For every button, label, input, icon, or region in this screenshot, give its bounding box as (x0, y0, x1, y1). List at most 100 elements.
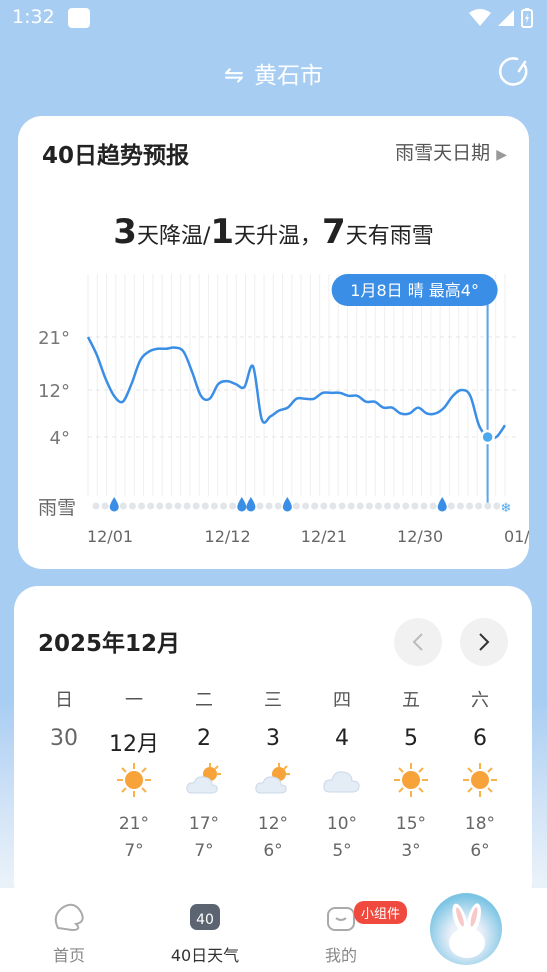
dry-day-dot (229, 502, 237, 510)
trend-card: 40日趋势预报 雨雪天日期 ▶ 3天降温/1天升温，7天有雨雪 21° 12° 4°… (18, 116, 529, 569)
cloudy-icon (322, 760, 362, 800)
y-tick-label: 4° (50, 428, 70, 449)
tab-home[interactable]: 首页 (24, 902, 114, 966)
swap-icon: ⇋ (223, 61, 245, 89)
dry-day-dot (484, 502, 492, 510)
dry-day-dot (384, 502, 392, 510)
status-icons (469, 7, 533, 29)
chevron-right-icon (479, 633, 490, 651)
dry-day-dot (192, 502, 200, 510)
dry-day-dot (329, 502, 337, 510)
widget-badge[interactable]: 小组件 (354, 901, 408, 924)
weekday-label: 六 (471, 690, 489, 711)
day-number: 2 (197, 726, 211, 751)
dry-day-dot (101, 502, 109, 510)
dry-day-dot (292, 502, 300, 510)
chevron-left-icon (412, 633, 423, 651)
profile-icon (327, 907, 355, 931)
dry-day-dot (147, 502, 155, 510)
dry-day-dot (356, 502, 364, 510)
temperature-trend-chart[interactable]: 21° 12° 4° 1月8日 晴 最高4° 雨雪 ❄ 12/01 12/12 12/21 12/… (18, 116, 529, 569)
bunny-illustration (449, 903, 485, 958)
dry-day-dot (374, 502, 382, 510)
dry-day-dot (311, 502, 319, 510)
sunny-icon (114, 760, 154, 800)
refresh-icon[interactable] (497, 54, 531, 88)
x-tick-label: 01/09 (504, 527, 529, 546)
tab-mine-label: 我的 (324, 946, 357, 965)
dry-day-dot (183, 502, 191, 510)
calendar-40-icon: 40 (190, 904, 220, 930)
dry-day-dot (420, 502, 428, 510)
calendar-card: 2025年12月 日 一 二 三 四 五 六 30 12月 21° 7° 2 17° 7° 3 12° 6° 4 1… (14, 586, 532, 906)
y-tick-label: 12° (38, 381, 70, 402)
day-number: 6 (473, 726, 487, 751)
next-month-button[interactable] (460, 618, 508, 666)
temperature-line (86, 336, 507, 440)
dry-day-dot (201, 502, 209, 510)
x-tick-label: 12/21 (301, 527, 347, 546)
wifi-icon (469, 9, 491, 26)
high-temp: 17° (188, 814, 220, 834)
day-number: 3 (266, 726, 280, 751)
dry-day-dot (92, 502, 100, 510)
tab-home-label: 首页 (52, 946, 85, 965)
battery-icon (521, 8, 533, 28)
rain-drop-icon (109, 497, 119, 512)
rain-drop-icon (437, 497, 447, 512)
dry-day-dot (466, 502, 474, 510)
x-tick-label: 12/12 (205, 527, 251, 546)
city-name: 黄石市 (254, 63, 324, 89)
high-temp: 18° (464, 814, 496, 834)
dry-day-dot (156, 502, 164, 510)
high-temp: 10° (326, 814, 358, 834)
high-temp: 21° (118, 814, 150, 834)
dry-day-dot (456, 502, 464, 510)
dry-day-dot (365, 502, 373, 510)
dry-day-dot (128, 502, 136, 510)
dry-day-dot (347, 502, 355, 510)
dry-day-dot (447, 502, 455, 510)
dry-day-dot (165, 502, 173, 510)
dry-day-dot (274, 502, 282, 510)
highlight-point[interactable] (480, 429, 495, 445)
header: ⇋ 黄石市 (0, 48, 547, 96)
partly-cloudy-icon (184, 760, 224, 800)
status-bar: 1:32 (0, 0, 547, 36)
weekday-label: 一 (125, 690, 143, 711)
snow-icon: ❄ (501, 501, 512, 516)
day-number: 30 (50, 726, 78, 751)
sunny-icon (460, 760, 500, 800)
city-selector[interactable]: ⇋ 黄石市 (0, 56, 547, 90)
calendar-40-icon-text: 40 (196, 912, 214, 928)
low-temp: 7° (124, 841, 144, 861)
dry-day-dot (119, 502, 127, 510)
dry-day-dot (174, 502, 182, 510)
dry-day-dot (475, 502, 483, 510)
partly-cloudy-icon (253, 760, 293, 800)
day-number: 5 (404, 726, 418, 751)
avatar[interactable] (430, 893, 502, 965)
dry-day-dot (302, 502, 310, 510)
dry-day-dot (220, 502, 228, 510)
dry-day-dot (338, 502, 346, 510)
dry-day-dot (393, 502, 401, 510)
tab-40-day-weather[interactable]: 40 40日天气 (160, 902, 250, 966)
tooltip-text: 1月8日 晴 最高4° (350, 281, 479, 300)
rain-row-label: 雨雪 (38, 497, 76, 519)
weekday-label: 三 (264, 690, 282, 711)
day-number: 12月 (109, 732, 159, 757)
month-title: 2025年12月 (38, 631, 181, 657)
low-temp: 6° (470, 841, 490, 861)
weekday-label: 四 (333, 690, 351, 711)
dry-day-dot (210, 502, 218, 510)
prev-month-button[interactable] (394, 618, 442, 666)
dry-day-dot (402, 502, 410, 510)
sunny-icon (391, 760, 431, 800)
rain-drop-icon (246, 497, 256, 512)
weekday-label: 二 (195, 690, 213, 711)
dry-day-dot (256, 502, 264, 510)
notification-icon (68, 8, 90, 28)
dry-day-dot (411, 502, 419, 510)
low-temp: 6° (263, 841, 283, 861)
